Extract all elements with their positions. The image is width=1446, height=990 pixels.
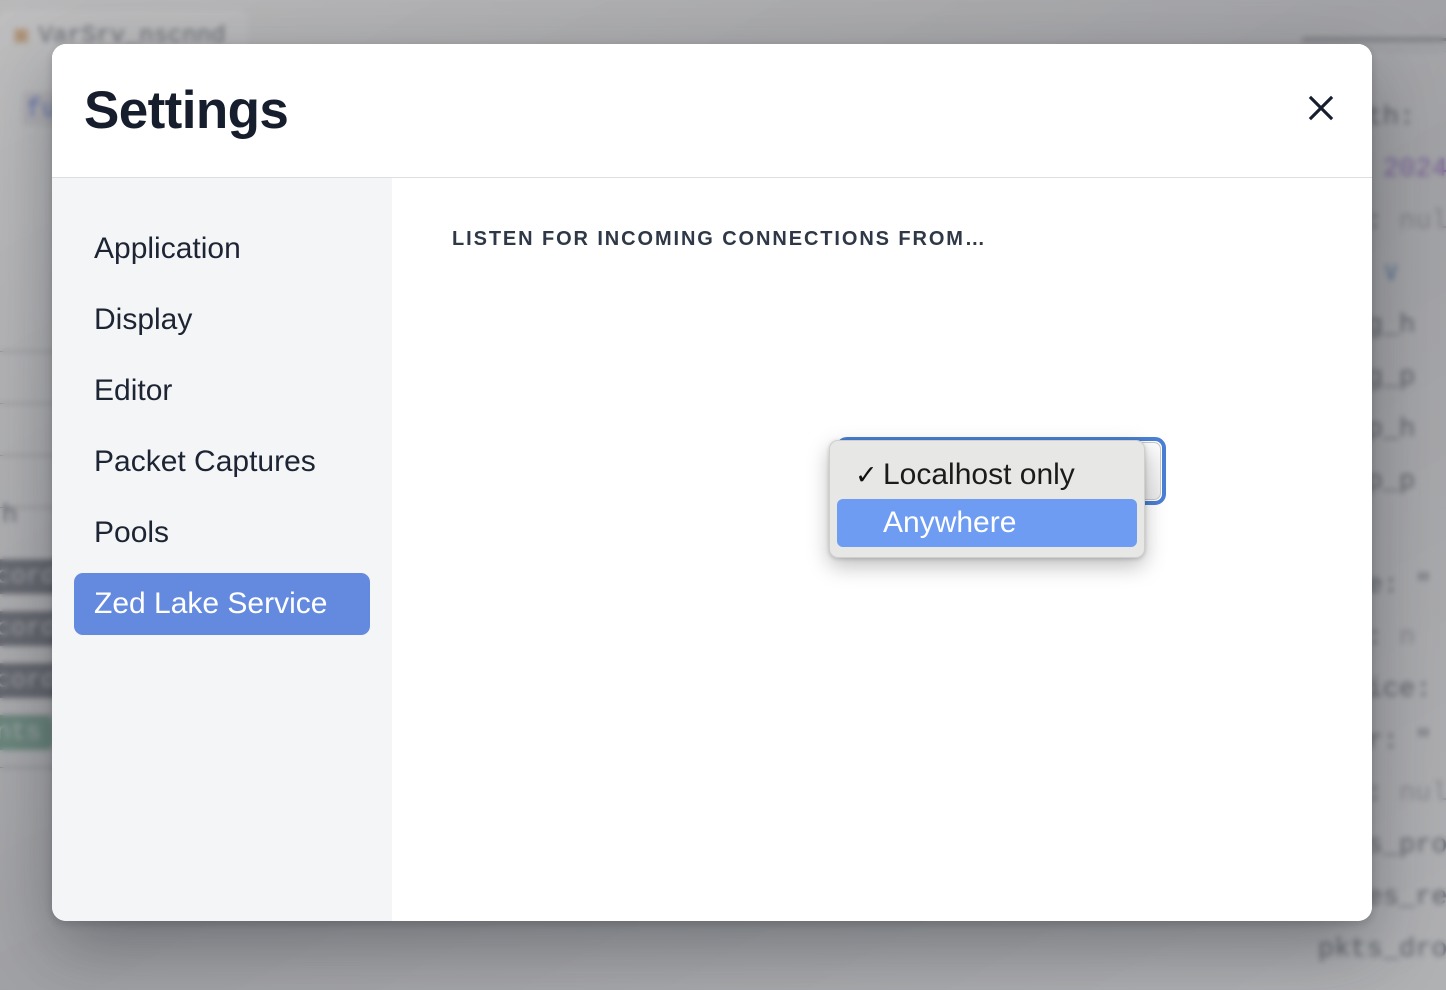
- sidebar-item-packet-captures[interactable]: Packet Captures: [74, 431, 370, 493]
- settings-sidebar: Application Display Editor Packet Captur…: [52, 178, 392, 921]
- close-icon[interactable]: [1304, 91, 1338, 125]
- sidebar-item-application[interactable]: Application: [74, 218, 370, 280]
- sidebar-item-pools[interactable]: Pools: [74, 502, 370, 564]
- page-title: Settings: [84, 81, 289, 140]
- dialog-header: Settings: [52, 44, 1372, 178]
- sidebar-item-zed-lake-service[interactable]: Zed Lake Service: [74, 573, 370, 635]
- dialog-body: Application Display Editor Packet Captur…: [52, 178, 1372, 921]
- listen-connections-label: Listen for incoming connections from…: [452, 228, 987, 250]
- sidebar-item-editor[interactable]: Editor: [74, 360, 370, 422]
- sidebar-item-display[interactable]: Display: [74, 289, 370, 351]
- listen-connections-dropdown-menu: Localhost only Anywhere: [829, 440, 1145, 558]
- dropdown-option-localhost-only[interactable]: Localhost only: [837, 451, 1137, 499]
- dropdown-option-anywhere[interactable]: Anywhere: [837, 499, 1137, 547]
- settings-panel: Listen for incoming connections from… Lo…: [392, 178, 1372, 921]
- settings-dialog: Settings Application Display Editor Pack…: [52, 44, 1372, 921]
